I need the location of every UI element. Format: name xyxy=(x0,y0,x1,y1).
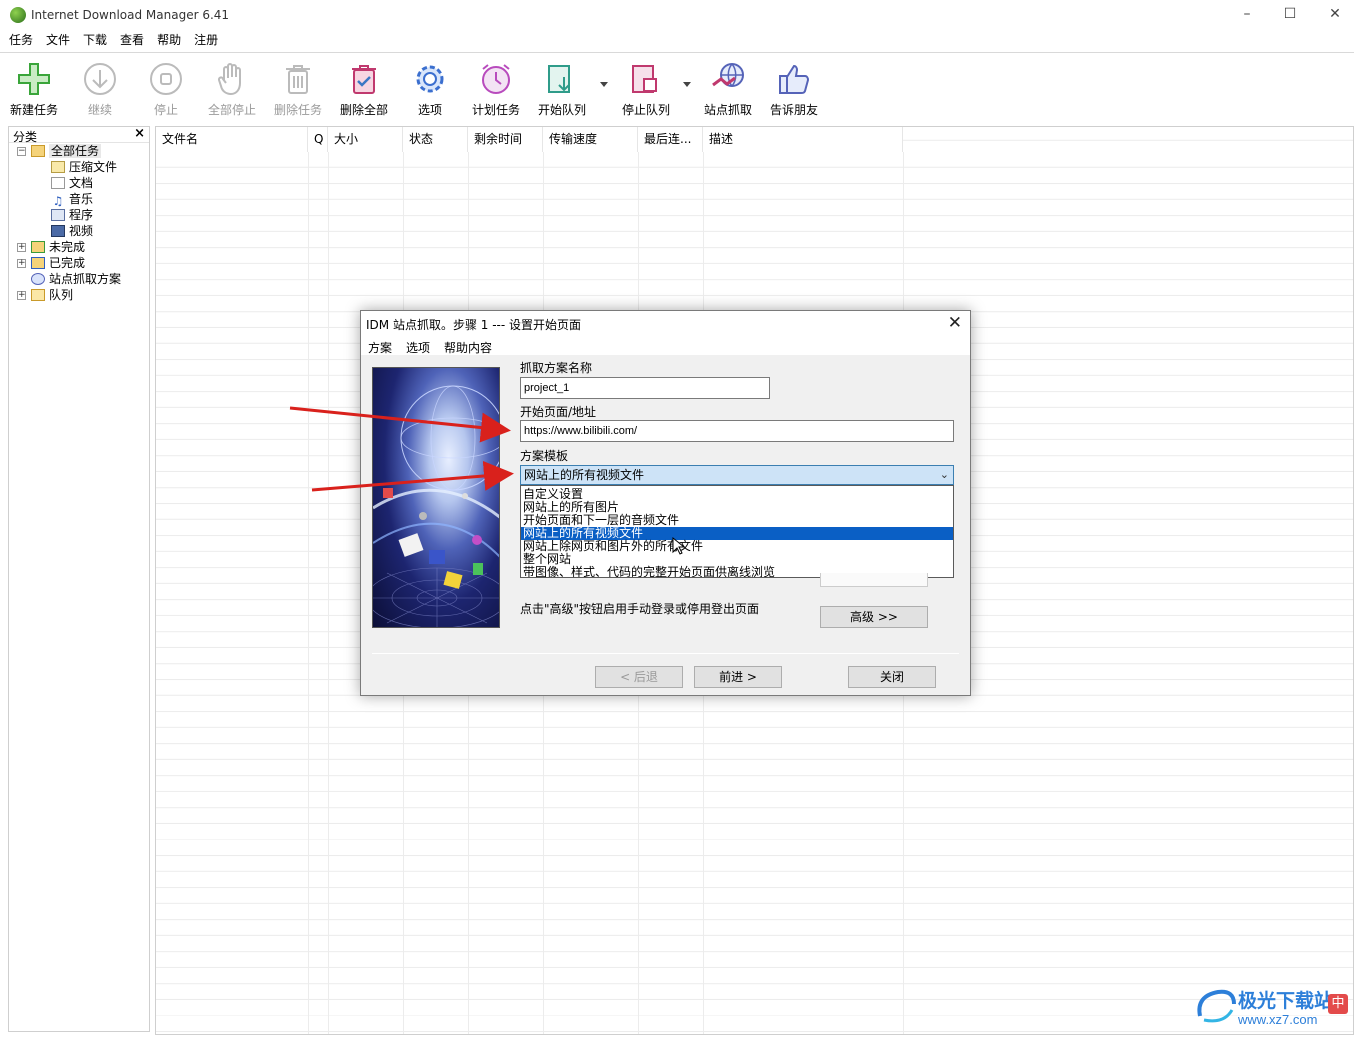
watermark-text: 极光下载站 xyxy=(1238,990,1334,1012)
ime-indicator[interactable]: 中 xyxy=(1328,994,1348,1014)
watermark-url: www.xz7.com xyxy=(1238,1012,1318,1027)
watermark: 极光下载站 www.xz7.com 中 xyxy=(1194,984,1354,1032)
watermark-logo-icon xyxy=(1197,989,1236,1023)
arrow-to-template xyxy=(311,461,514,492)
annotation-arrows xyxy=(289,406,686,555)
arrow-to-start-page xyxy=(289,406,511,443)
mouse-cursor-icon xyxy=(672,536,686,555)
